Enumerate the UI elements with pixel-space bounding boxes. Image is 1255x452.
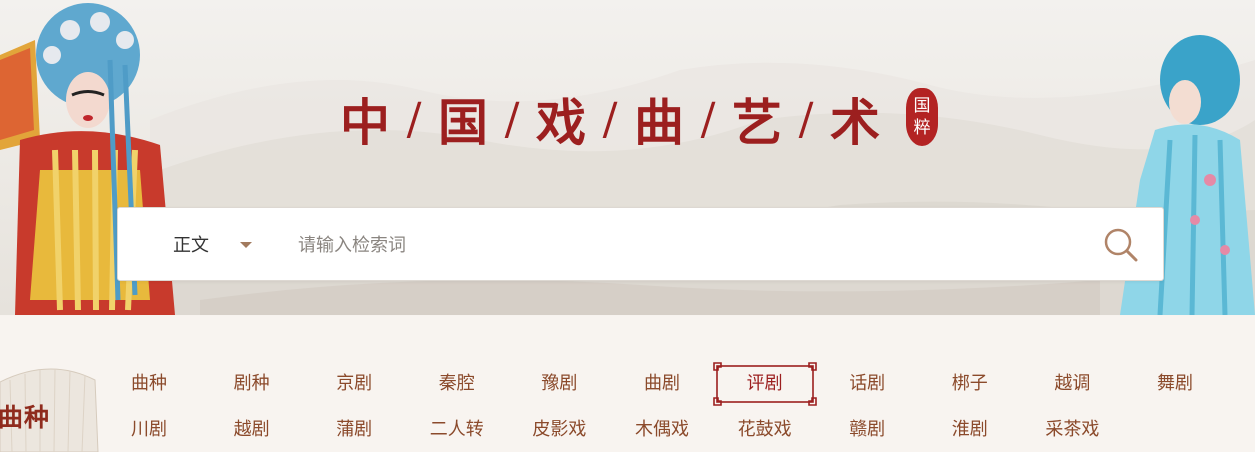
title-char: 戏 <box>536 93 586 152</box>
page-title: 中 / 国 / 戏 / 曲 / 艺 / 术 <box>340 84 880 154</box>
category-link[interactable]: 赣剧 <box>815 408 919 452</box>
title-separator: / <box>406 93 422 145</box>
search-scope-label: 正文 <box>173 235 209 256</box>
category-link[interactable]: 舞剧 <box>1123 362 1227 406</box>
red-seal-stamp: 国 粹 <box>906 88 938 146</box>
search-scope-dropdown[interactable]: 正文 <box>173 208 209 280</box>
category-link[interactable]: 川剧 <box>97 408 201 452</box>
category-link[interactable]: 豫剧 <box>507 362 611 406</box>
title-separator: / <box>602 93 618 145</box>
title-char: 术 <box>830 93 880 152</box>
category-section: 曲种 曲种 剧种 京剧 秦腔 豫剧 曲剧 评剧 话剧 梆子 越调 舞剧 川剧 越剧 蒲剧 二人转 皮影戏 木偶戏… <box>0 316 1255 452</box>
header-banner: 中 / 国 / 戏 / 曲 / 艺 / 术 国 粹 正文 <box>0 0 1255 315</box>
category-link[interactable]: 蒲剧 <box>302 408 406 452</box>
category-link[interactable]: 皮影戏 <box>507 408 611 452</box>
title-char: 中 <box>340 93 390 152</box>
category-link[interactable]: 二人转 <box>405 408 509 452</box>
title-separator: / <box>700 93 716 145</box>
category-link[interactable]: 曲剧 <box>610 362 714 406</box>
category-link[interactable]: 淮剧 <box>918 408 1022 452</box>
category-link[interactable]: 花鼓戏 <box>713 408 817 452</box>
seal-char: 国 <box>913 96 931 116</box>
title-char: 国 <box>438 93 488 152</box>
category-link[interactable]: 秦腔 <box>405 362 509 406</box>
category-link[interactable]: 木偶戏 <box>610 408 714 452</box>
category-link[interactable]: 话剧 <box>815 362 919 406</box>
title-separator: / <box>504 93 520 145</box>
category-link[interactable]: 梆子 <box>918 362 1022 406</box>
search-bar: 正文 <box>117 207 1164 281</box>
category-link[interactable]: 京剧 <box>302 362 406 406</box>
category-badge-label: 曲种 <box>0 403 51 432</box>
title-separator: / <box>798 93 814 145</box>
category-link[interactable]: 越剧 <box>200 408 304 452</box>
category-link[interactable]: 剧种 <box>200 362 304 406</box>
seal-char: 粹 <box>913 118 931 138</box>
chevron-down-icon[interactable] <box>240 242 252 248</box>
category-link[interactable]: 曲种 <box>97 362 201 406</box>
search-input[interactable] <box>296 228 1080 262</box>
category-link[interactable]: 越调 <box>1020 362 1124 406</box>
title-char: 艺 <box>732 93 782 152</box>
active-frame-border <box>712 362 817 406</box>
title-char: 曲 <box>634 93 684 152</box>
category-badge: 曲种 <box>0 362 100 452</box>
search-icon[interactable] <box>1102 226 1140 264</box>
category-link-active[interactable]: 评剧 <box>712 362 817 406</box>
category-link[interactable]: 采茶戏 <box>1020 408 1124 452</box>
